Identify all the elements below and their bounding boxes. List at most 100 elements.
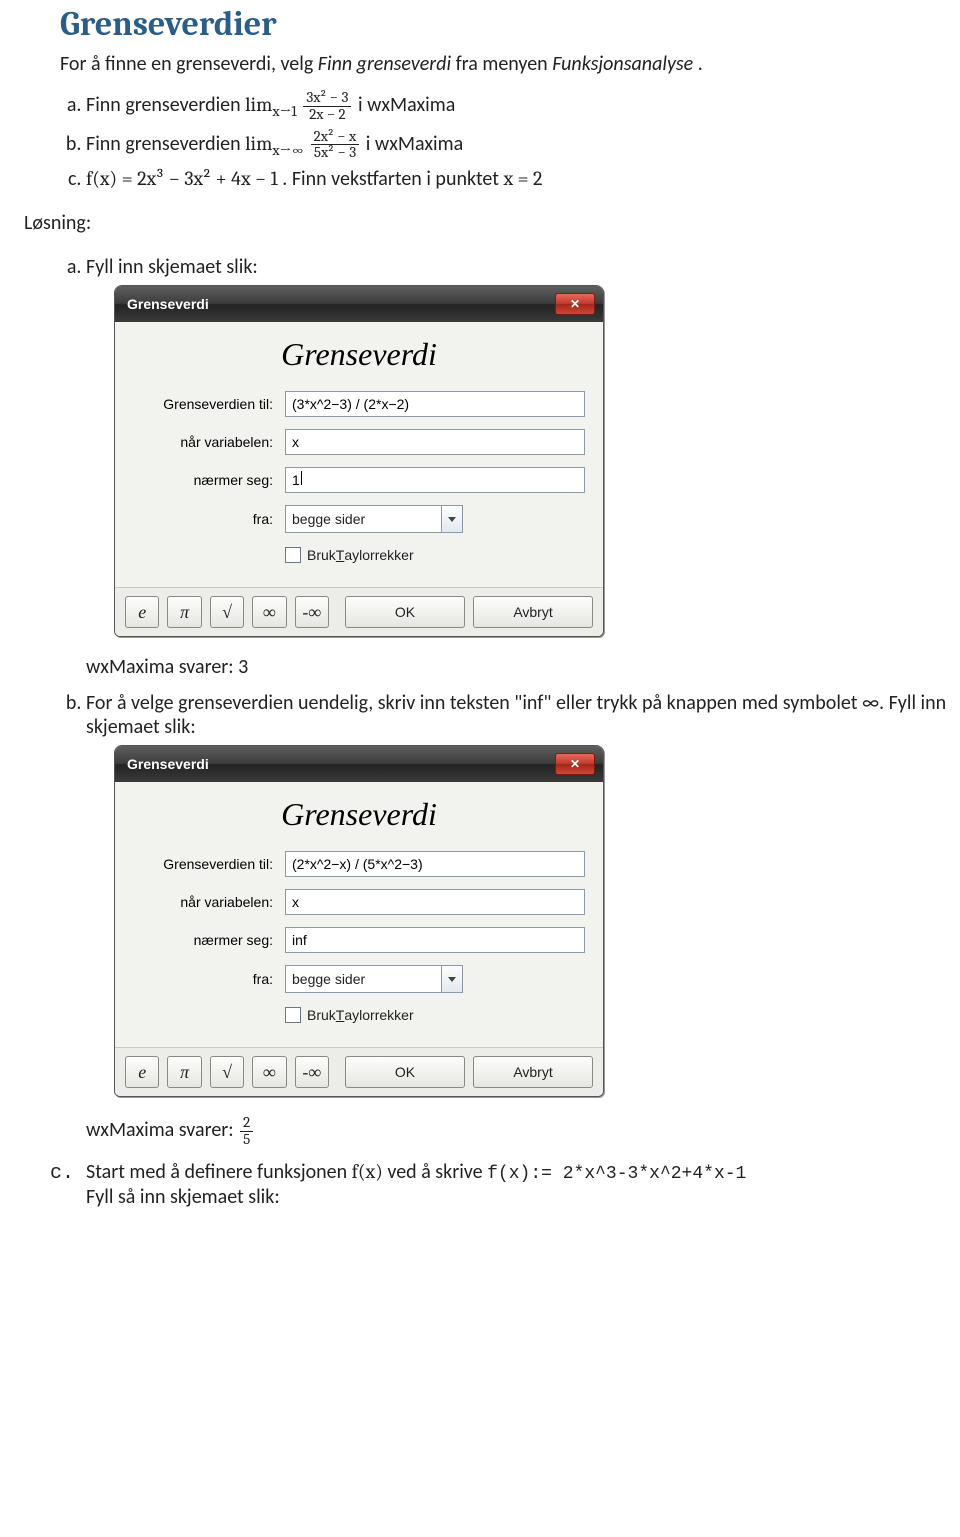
solution-c: Start med å definere funksjonen f(x) ved… [86, 1160, 948, 1210]
checkbox-label-post: aylorrekker [344, 1007, 413, 1023]
label-variable: når variabelen: [133, 434, 285, 450]
task-a-sub: x→1 [272, 102, 296, 120]
solution-list: Fyll inn skjemaet slik: Grenseverdi ✕ Gr… [60, 255, 948, 1210]
combo-from-side[interactable]: begge sider [285, 505, 463, 533]
checkbox-label-pre: Bruk [307, 1007, 336, 1023]
answer-b-frac: 2 5 [240, 1115, 253, 1148]
intro-pre: For å finne en grenseverdi, velg [60, 52, 318, 76]
button-bar: e π √ ∞ -∞ OK Avbryt [115, 1047, 603, 1096]
sol-c-mid: ved å skrive [387, 1160, 487, 1184]
close-icon: ✕ [570, 757, 580, 771]
answer-b: wxMaxima svarer: 2 5 [86, 1115, 948, 1148]
checkbox-label-post: aylorrekker [344, 547, 413, 563]
checkbox-box[interactable] [285, 1007, 301, 1023]
ok-button[interactable]: OK [345, 1056, 465, 1088]
label-approaches: nærmer seg: [133, 932, 285, 948]
task-c-cond: x = 2 [504, 167, 543, 190]
combo-button[interactable] [441, 506, 462, 532]
sol-b-text: For å velge grenseverdien uendelig, skri… [86, 691, 946, 739]
close-button[interactable]: ✕ [555, 753, 595, 775]
cancel-button[interactable]: Avbryt [473, 596, 593, 628]
input-variable[interactable]: x [285, 889, 585, 915]
intro-paragraph: For å finne en grenseverdi, velg Finn gr… [60, 52, 948, 76]
insert-infinity-button[interactable]: ∞ [252, 596, 286, 628]
sol-c-pre: Start med å definere funksjonen [86, 1160, 352, 1184]
checkbox-taylor[interactable]: Bruk Taylorrekker [285, 547, 585, 563]
insert-pi-button[interactable]: π [167, 596, 201, 628]
task-b: Finn grenseverdien limx→∞ 2x² − x 5x² − … [86, 129, 948, 162]
close-button[interactable]: ✕ [555, 293, 595, 315]
close-icon: ✕ [570, 297, 580, 311]
checkbox-label-pre: Bruk [307, 547, 336, 563]
task-a-pre: Finn grenseverdien [86, 93, 245, 117]
dialog-headline: Grenseverdi [133, 796, 585, 833]
dialog-title: Grenseverdi [127, 296, 209, 312]
dialog-headline: Grenseverdi [133, 336, 585, 373]
sol-c-fx: f(x) [352, 1160, 383, 1183]
input-approaches[interactable]: 1 [285, 467, 585, 493]
combo-button[interactable] [441, 966, 462, 992]
task-b-lim: lim [245, 132, 272, 155]
combo-from-side[interactable]: begge sider [285, 965, 463, 993]
dialog-title: Grenseverdi [127, 756, 209, 772]
label-from: fra: [133, 511, 285, 527]
combo-value: begge sider [292, 511, 365, 527]
checkbox-box[interactable] [285, 547, 301, 563]
intro-suffix: . [698, 52, 703, 76]
input-expression[interactable]: (2*x^2−x) / (5*x^2−3) [285, 851, 585, 877]
task-c: f(x) = 2x³ − 3x² + 4x − 1 . Finn vekstfa… [86, 167, 948, 191]
solution-a: Fyll inn skjemaet slik: Grenseverdi ✕ Gr… [86, 255, 948, 679]
answer-a-val: 3 [238, 655, 248, 679]
insert-e-button[interactable]: e [125, 596, 159, 628]
page-title: Grenseverdier [60, 4, 948, 44]
dialog-body: Grenseverdi Grenseverdien til: (2*x^2−x)… [115, 782, 603, 1047]
input-expression[interactable]: (3*x^2−3) / (2*x−2) [285, 391, 585, 417]
ok-button[interactable]: OK [345, 596, 465, 628]
dialog-body: Grenseverdi Grenseverdien til: (3*x^2−3)… [115, 322, 603, 587]
task-c-fx: f(x) = 2x³ − 3x² + 4x − 1 [86, 167, 278, 190]
dialog-titlebar[interactable]: Grenseverdi ✕ [115, 286, 603, 322]
task-a: Finn grenseverdien limx→1 3x² − 3 2x − 2… [86, 90, 948, 123]
insert-pi-button[interactable]: π [167, 1056, 201, 1088]
dialog-grenseverdi-a: Grenseverdi ✕ Grenseverdi Grenseverdien … [114, 285, 604, 637]
task-list: Finn grenseverdien limx→1 3x² − 3 2x − 2… [60, 90, 948, 191]
label-expression: Grenseverdien til: [133, 396, 285, 412]
label-approaches: nærmer seg: [133, 472, 285, 488]
insert-sqrt-button[interactable]: √ [210, 1056, 244, 1088]
text-caret [301, 471, 302, 485]
label-variable: når variabelen: [133, 894, 285, 910]
input-approaches[interactable]: inf [285, 927, 585, 953]
task-b-post: i wxMaxima [366, 132, 463, 156]
task-b-den: 5x² − 3 [311, 145, 360, 161]
task-b-frac: 2x² − x 5x² − 3 [311, 129, 360, 162]
task-b-pre: Finn grenseverdien [86, 132, 245, 156]
answer-b-pre: wxMaxima svarer: [86, 1118, 238, 1142]
sol-a-intro: Fyll inn skjemaet slik: [86, 255, 258, 279]
chevron-down-icon [448, 977, 456, 982]
insert-sqrt-button[interactable]: √ [210, 596, 244, 628]
insert-neg-infinity-button[interactable]: -∞ [295, 596, 329, 628]
dialog-grenseverdi-b: Grenseverdi ✕ Grenseverdi Grenseverdien … [114, 745, 604, 1097]
task-b-sub: x→∞ [272, 141, 304, 159]
task-c-after: . Finn vekstfarten i punktet [282, 167, 503, 191]
sol-c-post: Fyll så inn skjemaet slik: [86, 1185, 280, 1209]
task-a-den: 2x − 2 [303, 107, 351, 123]
checkbox-label-ul: T [336, 547, 345, 563]
losning-label: Løsning: [24, 211, 948, 235]
insert-infinity-button[interactable]: ∞ [252, 1056, 286, 1088]
solution-b: For å velge grenseverdien uendelig, skri… [86, 691, 948, 1148]
checkbox-taylor[interactable]: Bruk Taylorrekker [285, 1007, 585, 1023]
chevron-down-icon [448, 517, 456, 522]
intro-mid: fra menyen [456, 52, 553, 76]
dialog-titlebar[interactable]: Grenseverdi ✕ [115, 746, 603, 782]
intro-italic1: Finn grenseverdi [318, 52, 451, 76]
cancel-button[interactable]: Avbryt [473, 1056, 593, 1088]
label-expression: Grenseverdien til: [133, 856, 285, 872]
input-variable[interactable]: x [285, 429, 585, 455]
label-from: fra: [133, 971, 285, 987]
answer-a-pre: wxMaxima svarer: [86, 655, 238, 679]
sol-c-code: f(x):= 2*x^3-3*x^2+4*x-1 [487, 1164, 746, 1184]
insert-e-button[interactable]: e [125, 1056, 159, 1088]
intro-italic2: Funksjonsanalyse [552, 52, 693, 76]
insert-neg-infinity-button[interactable]: -∞ [295, 1056, 329, 1088]
